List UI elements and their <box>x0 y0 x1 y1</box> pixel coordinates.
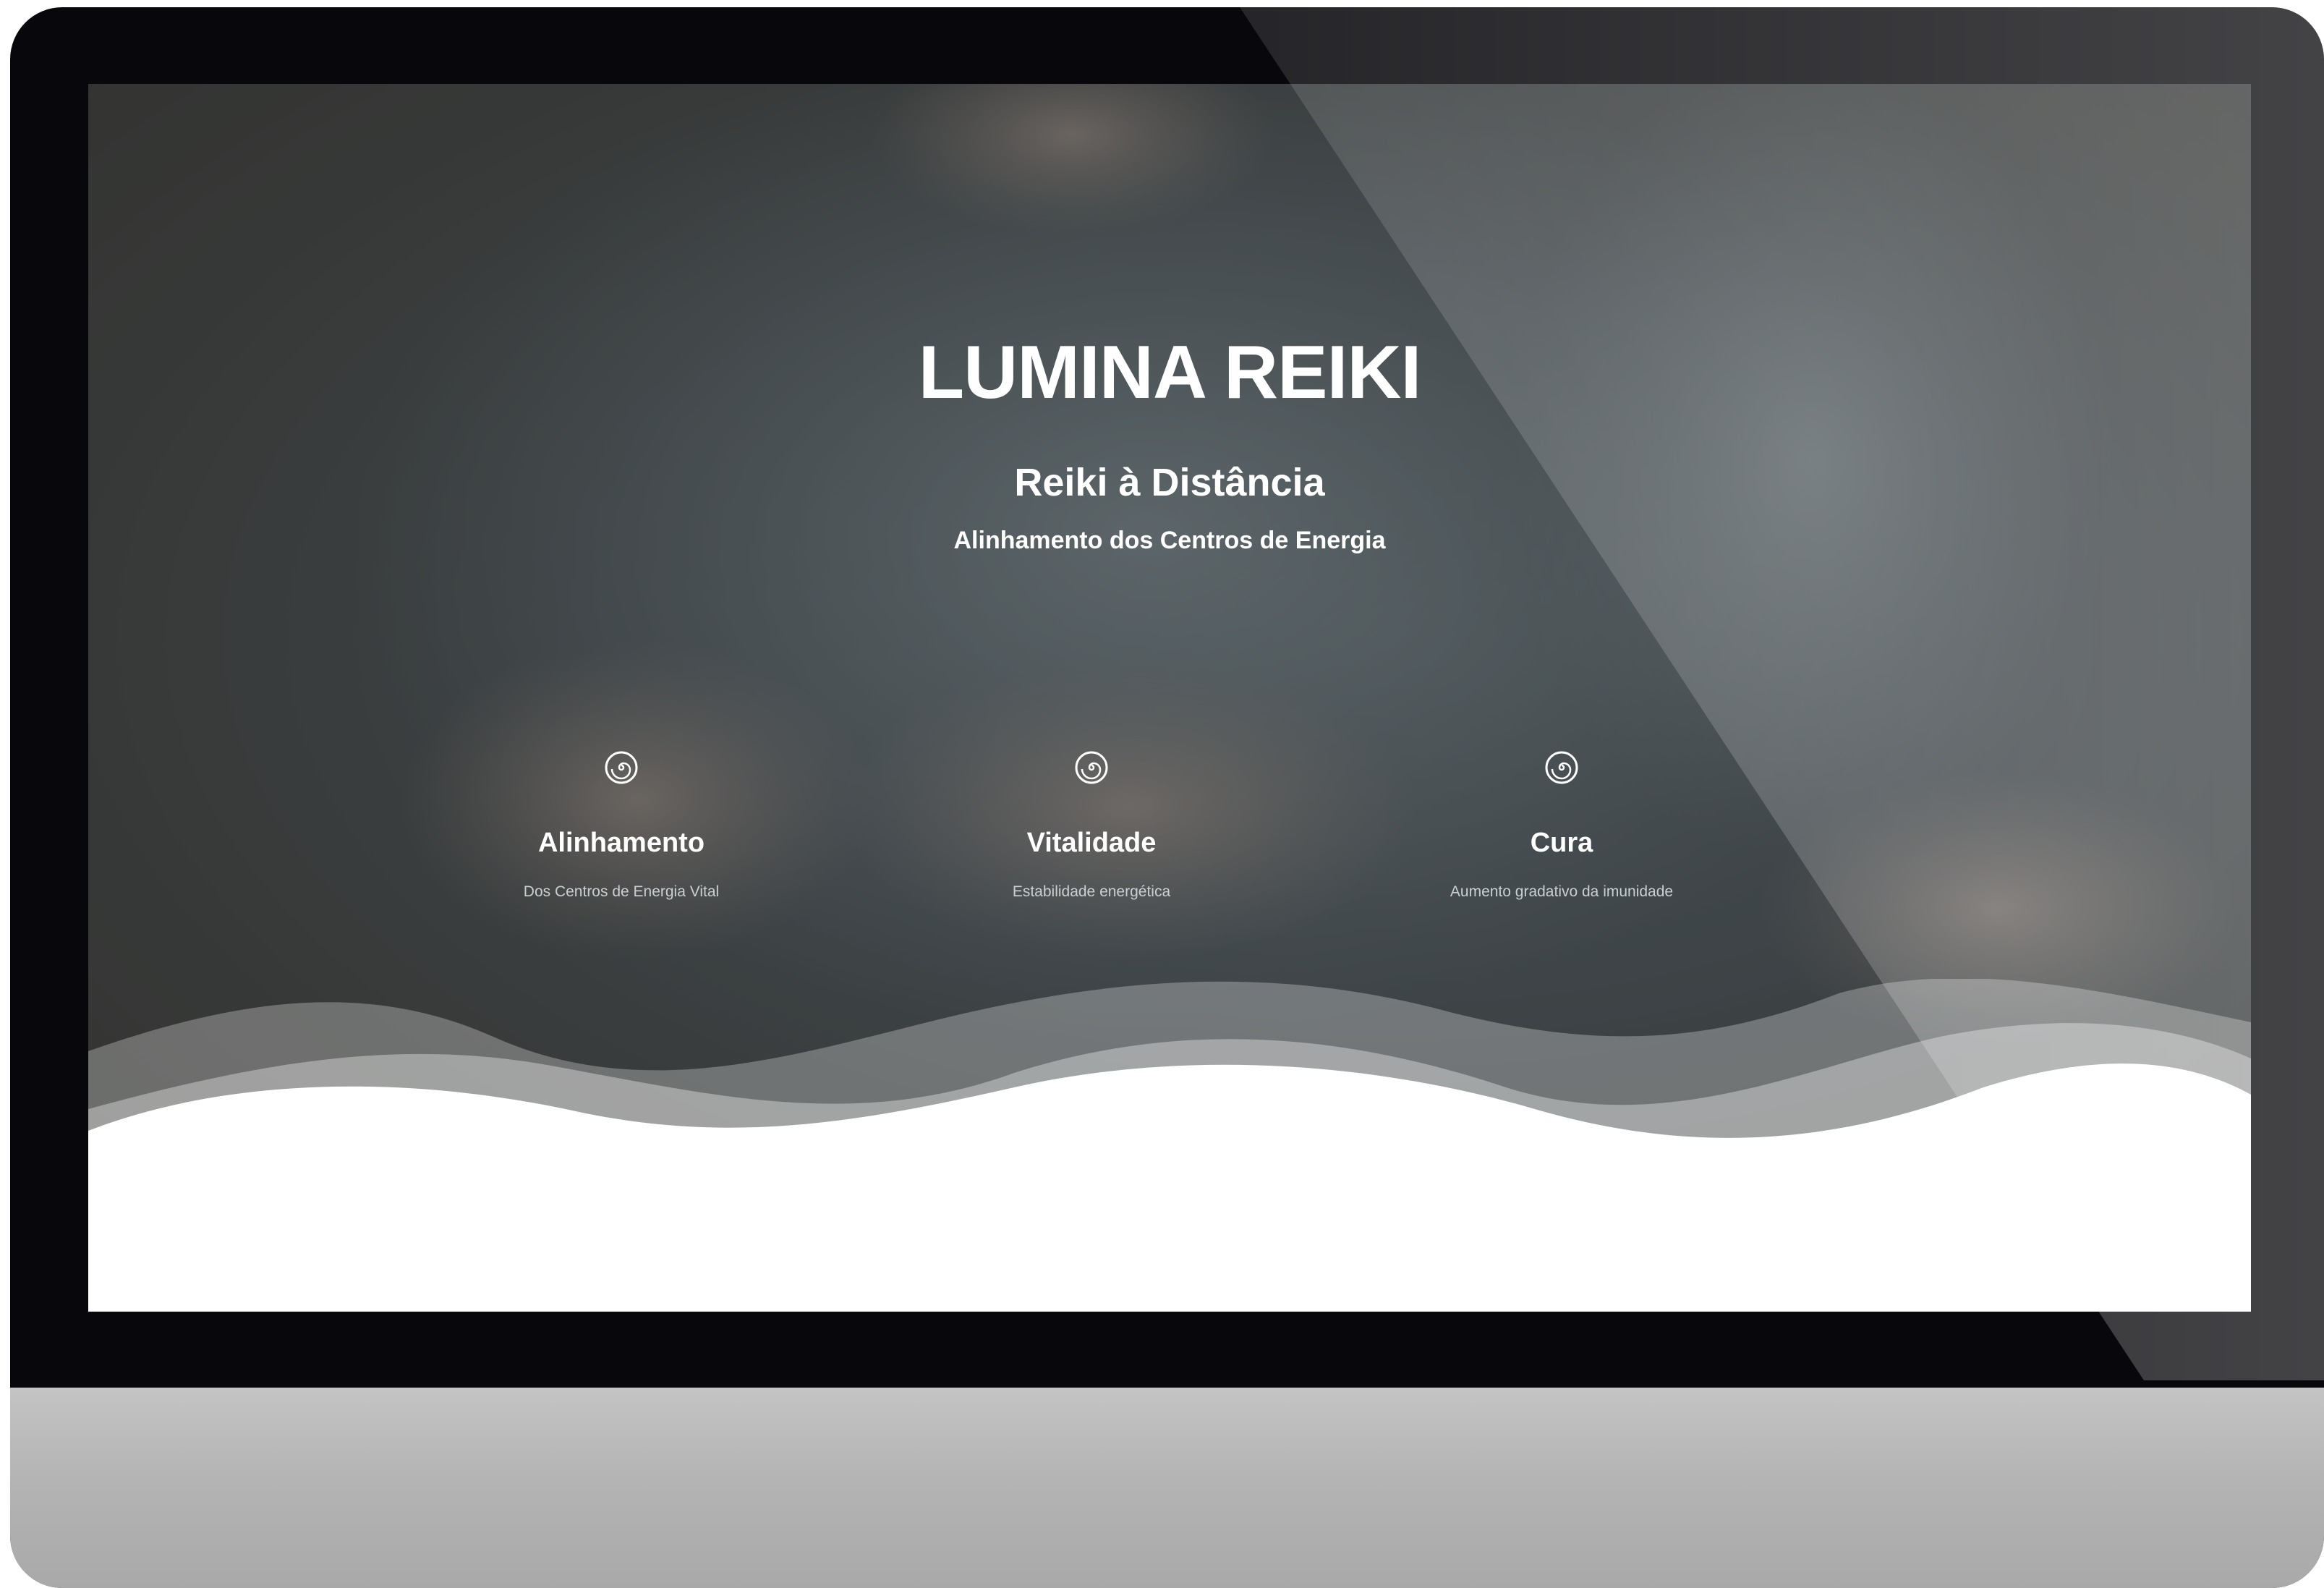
feature-alinhamento: Alinhamento Dos Centros de Energia Vital <box>390 750 853 901</box>
feature-title: Cura <box>1530 828 1593 858</box>
hero-tagline: Alinhamento dos Centros de Energia <box>953 527 1386 554</box>
feature-title: Vitalidade <box>1026 828 1157 858</box>
feature-title: Alinhamento <box>537 828 705 858</box>
brand-title: LUMINA REIKI <box>918 331 1422 415</box>
wave-divider <box>88 979 2251 1312</box>
feature-description: Dos Centros de Energia Vital <box>523 883 720 900</box>
feature-description: Aumento gradativo da imunidade <box>1450 883 1674 900</box>
feature-description: Estabilidade energética <box>1012 883 1171 900</box>
imac-mockup: LUMINA REIKI Reiki à Distância Alinhamen… <box>10 7 2324 1588</box>
spiral-icon <box>605 751 638 784</box>
hero-subtitle: Reiki à Distância <box>1014 461 1325 504</box>
spiral-icon <box>1545 751 1578 784</box>
feature-vitalidade: Vitalidade Estabilidade energética <box>860 750 1323 901</box>
spiral-icon <box>1075 751 1108 784</box>
website-screen: LUMINA REIKI Reiki à Distância Alinhamen… <box>88 84 2251 1312</box>
feature-cura: Cura Aumento gradativo da imunidade <box>1330 750 1793 901</box>
monitor-chin <box>10 1388 2324 1588</box>
